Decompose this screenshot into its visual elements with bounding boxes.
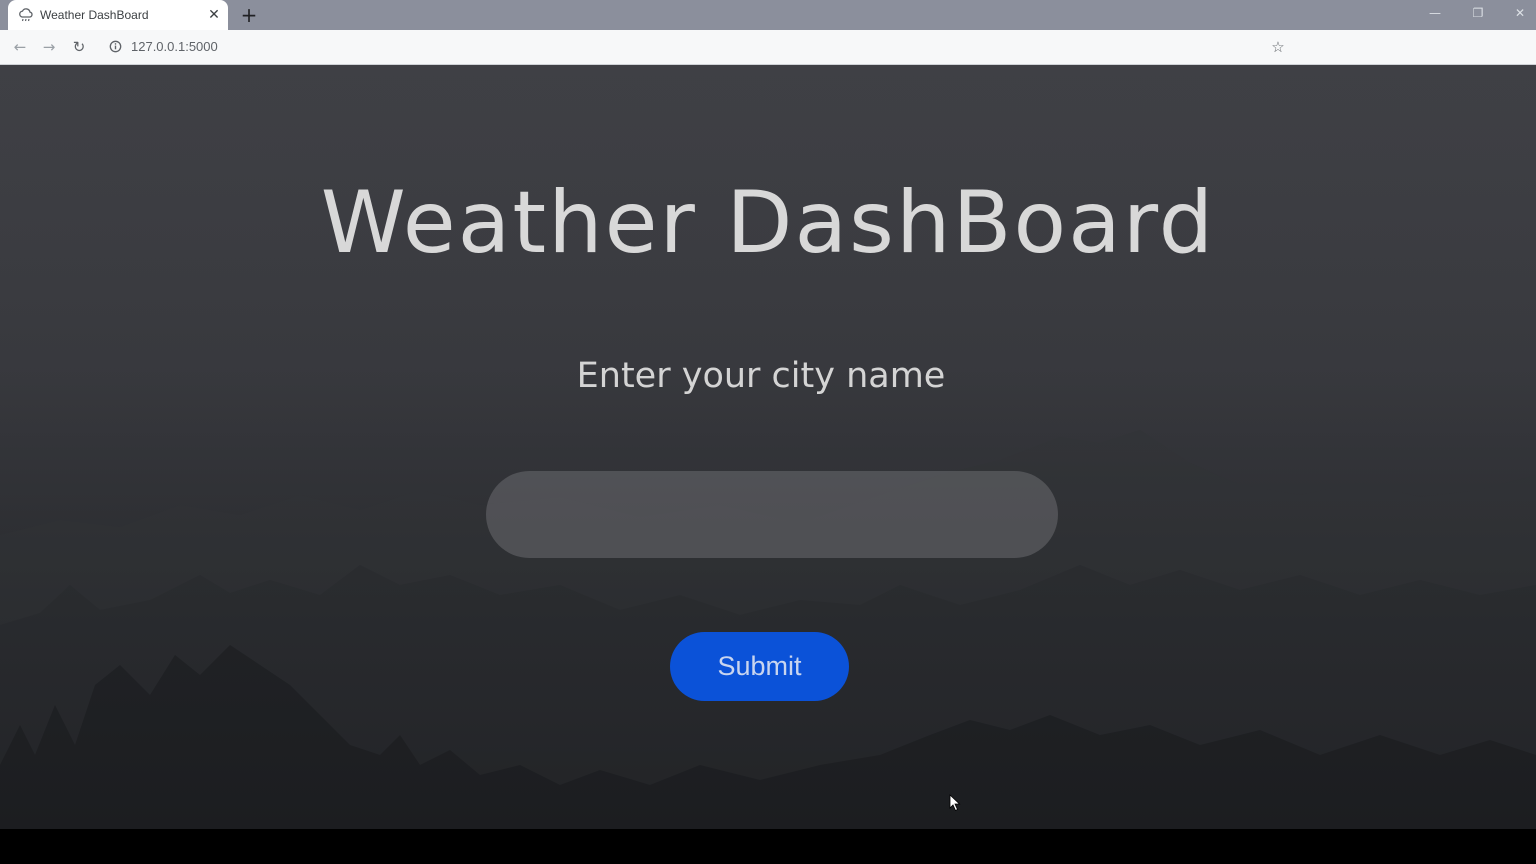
address-bar[interactable]: 127.0.0.1:5000	[100, 33, 1300, 61]
tab-weather-dashboard[interactable]: Weather DashBoard ✕	[8, 0, 228, 30]
back-arrow-icon[interactable]: ←	[10, 37, 30, 57]
tab-title: Weather DashBoard	[40, 8, 149, 22]
page-viewport: Weather DashBoard Enter your city name S…	[0, 65, 1536, 829]
window-close-icon[interactable]: ✕	[1506, 3, 1534, 23]
tab-strip: Weather DashBoard ✕ + — ❐ ✕	[0, 0, 1536, 30]
mouse-cursor-icon	[949, 794, 961, 812]
reload-icon[interactable]: ↻	[69, 37, 89, 57]
city-prompt-label: Enter your city name	[576, 356, 946, 396]
restore-icon[interactable]: ❐	[1464, 3, 1492, 23]
minimize-icon[interactable]: —	[1421, 3, 1449, 23]
browser-toolbar: ← → ↻ 127.0.0.1:5000 ☆	[0, 30, 1536, 65]
url-text[interactable]: 127.0.0.1:5000	[131, 39, 218, 55]
browser-window: Weather DashBoard ✕ + — ❐ ✕ ← → ↻ 127.0.…	[0, 0, 1536, 829]
bookmark-star-icon[interactable]: ☆	[1268, 37, 1288, 57]
cloud-rain-icon	[19, 8, 33, 22]
info-icon[interactable]	[109, 40, 122, 53]
page-title: Weather DashBoard	[320, 173, 1216, 273]
city-name-input[interactable]	[486, 471, 1058, 558]
new-tab-plus-icon[interactable]: +	[238, 4, 260, 26]
forward-arrow-icon[interactable]: →	[39, 37, 59, 57]
bottom-black-bar	[0, 829, 1536, 864]
tab-close-icon[interactable]: ✕	[206, 7, 222, 23]
submit-button[interactable]: Submit	[670, 632, 849, 701]
